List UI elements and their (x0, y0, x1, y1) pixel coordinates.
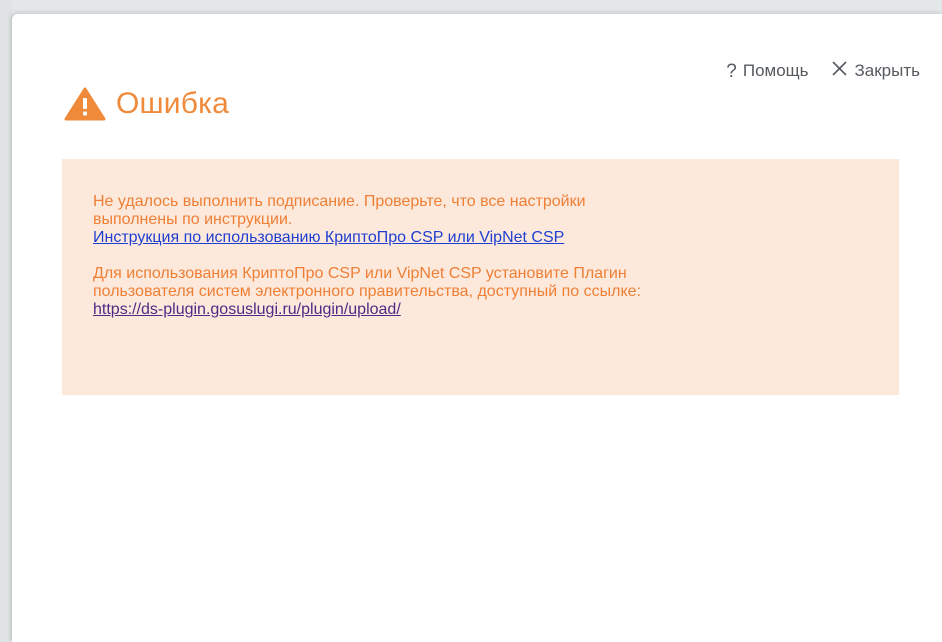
close-button[interactable]: Закрыть (831, 60, 920, 82)
question-mark-icon: ? (726, 60, 737, 82)
error-message-panel: Не удалось выполнить подписание. Проверь… (62, 159, 899, 395)
plugin-line-1: Для использования КриптоПро CSP или VipN… (93, 265, 627, 282)
help-label: Помощь (742, 61, 809, 80)
dialog-title: Ошибка (116, 87, 230, 120)
close-label: Закрыть (854, 61, 920, 80)
error-message-text: Не удалось выполнить подписание. Проверь… (93, 193, 873, 319)
backdrop-strip (0, 0, 12, 642)
dialog-header-actions: ? Помощь Закрыть (704, 60, 920, 82)
backdrop-top (0, 0, 942, 12)
error-line-2: выполнены по инструкции. (93, 211, 293, 228)
plugin-line-2: пользователя систем электронного правите… (93, 283, 641, 300)
dialog-title-row: Ошибка (64, 87, 229, 121)
error-line-1: Не удалось выполнить подписание. Проверь… (93, 193, 586, 210)
close-x-icon (831, 60, 848, 82)
error-dialog: ? Помощь Закрыть Ошибка Не удалось выпол… (12, 14, 942, 642)
plugin-download-link[interactable]: https://ds-plugin.gosuslugi.ru/plugin/up… (93, 301, 401, 318)
instruction-link[interactable]: Инструкция по использованию КриптоПро CS… (93, 229, 564, 246)
warning-triangle-icon (64, 87, 106, 121)
help-button[interactable]: ? Помощь (726, 61, 808, 81)
